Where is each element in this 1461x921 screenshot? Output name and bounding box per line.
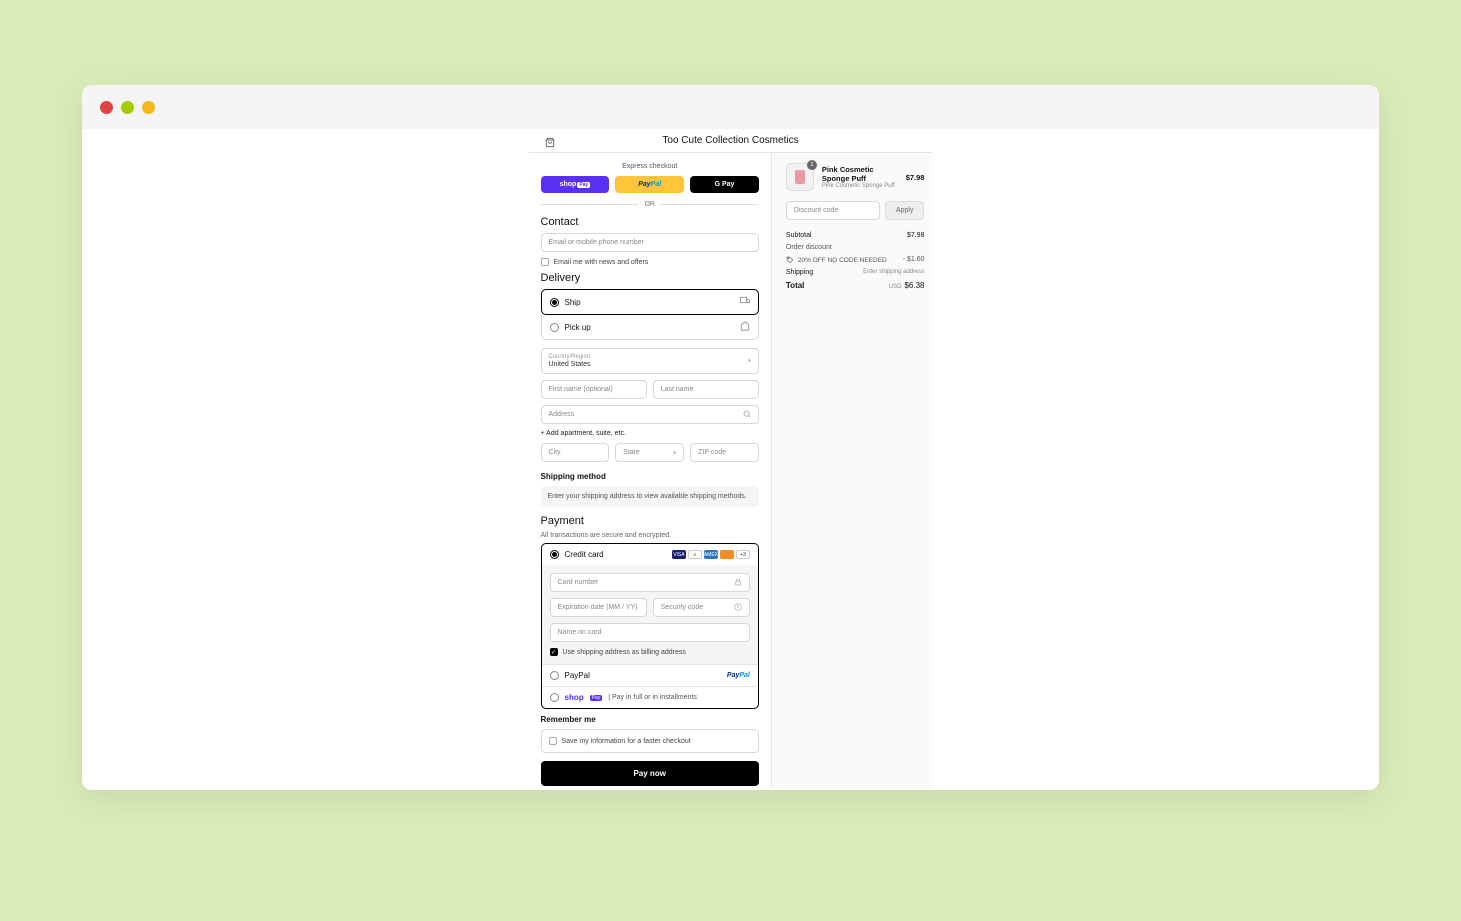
tag-icon xyxy=(786,256,794,264)
credit-card-option[interactable]: Credit card VISA ●● AMEX +3 xyxy=(542,544,758,565)
subtotal-label: Subtotal xyxy=(786,232,812,239)
shoppay-installments-option[interactable]: shopPay | Pay in full or in installments xyxy=(542,686,758,708)
pickup-option[interactable]: Pick up xyxy=(542,315,758,339)
item-name: Pink Cosmetic Sponge Puff xyxy=(822,165,898,183)
contact-title: Contact xyxy=(541,216,759,228)
radio-icon xyxy=(550,323,559,332)
order-summary: 1 Pink Cosmetic Sponge Puff Pink Cosmeti… xyxy=(771,153,933,788)
browser-frame: Too Cute Collection Cosmetics Express ch… xyxy=(82,85,1379,790)
shipping-label: Shipping xyxy=(786,269,813,276)
remember-me-checkbox[interactable]: Save my information for a faster checkou… xyxy=(541,729,759,753)
radio-icon xyxy=(550,671,559,680)
ship-option[interactable]: Ship xyxy=(542,290,758,314)
shipping-method-message: Enter your shipping address to view avai… xyxy=(541,486,759,507)
paypal-logo: PayPal xyxy=(727,672,750,679)
titlebar xyxy=(82,85,1379,129)
discover-icon xyxy=(720,550,734,559)
chevron-down-icon: ▾ xyxy=(748,358,751,365)
state-select[interactable]: State▾ xyxy=(615,443,684,462)
item-variant: Pink Cosmetic Sponge Puff xyxy=(822,183,898,189)
visa-icon: VISA xyxy=(672,550,686,559)
close-window-button[interactable] xyxy=(100,101,113,114)
pay-now-button[interactable]: Pay now xyxy=(541,761,759,786)
shipping-value: Enter shipping address xyxy=(863,269,924,276)
total-label: Total xyxy=(786,281,805,290)
checkout-page: Too Cute Collection Cosmetics Express ch… xyxy=(529,129,933,790)
paypal-option[interactable]: PayPal PayPal xyxy=(542,664,758,686)
more-cards-icon: +3 xyxy=(736,550,750,559)
item-quantity-badge: 1 xyxy=(807,160,817,170)
delivery-title: Delivery xyxy=(541,272,759,284)
country-select[interactable]: Country/Region United States ▾ xyxy=(541,348,759,374)
first-name-field[interactable]: First name (optional) xyxy=(541,380,647,399)
name-on-card-field[interactable]: Name on card xyxy=(550,623,750,642)
store-icon xyxy=(740,321,750,333)
truck-icon xyxy=(740,296,750,308)
radio-checked-icon xyxy=(550,550,559,559)
card-number-field[interactable]: Card number xyxy=(550,573,750,592)
total-value: USD$6.38 xyxy=(889,281,925,290)
discount-value: - $1.60 xyxy=(903,256,925,264)
traffic-lights xyxy=(100,101,155,114)
last-name-field[interactable]: Last name xyxy=(653,380,759,399)
cvv-field[interactable]: Security code xyxy=(653,598,750,617)
product-thumbnail: 1 xyxy=(786,163,814,191)
subtotal-value: $7.98 xyxy=(907,232,925,239)
expiry-field[interactable]: Expiration date (MM / YY) xyxy=(550,598,647,617)
order-discount-label: Order discount xyxy=(786,244,832,251)
minimize-window-button[interactable] xyxy=(121,101,134,114)
page-content: Too Cute Collection Cosmetics Express ch… xyxy=(82,129,1379,790)
shipping-method-title: Shipping method xyxy=(541,472,759,481)
or-divider: OR xyxy=(644,201,655,208)
email-field[interactable]: Email or mobile phone number xyxy=(541,233,759,252)
use-shipping-checkbox[interactable]: ✓ Use shipping address as billing addres… xyxy=(550,648,750,656)
discount-code-field[interactable]: Discount code xyxy=(786,201,880,220)
radio-checked-icon xyxy=(550,298,559,307)
amex-icon: AMEX xyxy=(704,550,718,559)
help-icon xyxy=(734,603,742,613)
gpay-button[interactable]: G Pay xyxy=(690,176,759,193)
radio-icon xyxy=(550,693,559,702)
maximize-window-button[interactable] xyxy=(142,101,155,114)
shoppay-button[interactable]: shopPay xyxy=(541,176,610,193)
store-name: Too Cute Collection Cosmetics xyxy=(662,135,798,146)
item-price: $7.98 xyxy=(906,173,925,182)
discount-badge: 20% OFF NO CODE NEEDED xyxy=(786,256,887,264)
add-apartment-link[interactable]: + Add apartment, suite, etc. xyxy=(541,430,759,437)
apply-discount-button[interactable]: Apply xyxy=(885,201,925,220)
remember-me-title: Remember me xyxy=(541,715,759,724)
payment-subtitle: All transactions are secure and encrypte… xyxy=(541,532,759,539)
lock-icon xyxy=(734,578,742,588)
checkout-header: Too Cute Collection Cosmetics xyxy=(529,129,933,153)
city-field[interactable]: City xyxy=(541,443,610,462)
chevron-down-icon: ▾ xyxy=(673,449,676,456)
bag-icon[interactable] xyxy=(545,137,555,151)
checkout-form: Express checkout shopPay PayPal G Pay OR… xyxy=(529,153,771,788)
newsletter-checkbox[interactable]: Email me with news and offers xyxy=(541,258,759,266)
search-icon xyxy=(743,410,751,420)
express-checkout-label: Express checkout xyxy=(541,163,759,170)
paypal-button[interactable]: PayPal xyxy=(615,176,684,193)
payment-title: Payment xyxy=(541,515,759,527)
zip-field[interactable]: ZIP code xyxy=(690,443,759,462)
mastercard-icon: ●● xyxy=(688,550,702,559)
address-field[interactable]: Address xyxy=(541,405,759,424)
